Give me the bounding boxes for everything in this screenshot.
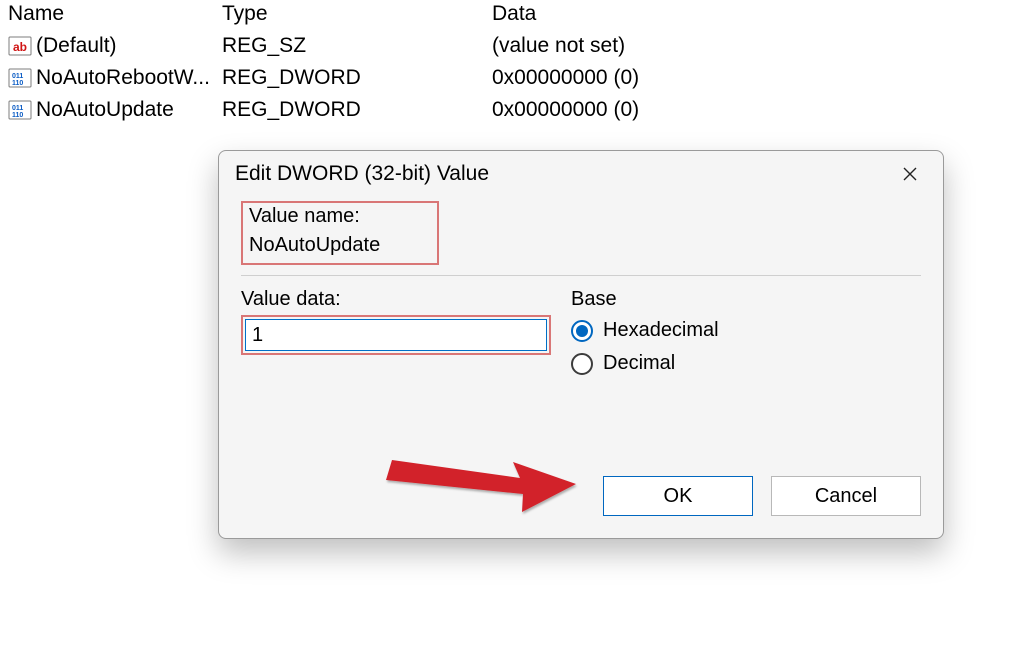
svg-text:110: 110 [12, 112, 23, 119]
row-name: NoAutoUpdate [36, 98, 174, 122]
svg-text:110: 110 [12, 80, 23, 87]
svg-text:ab: ab [13, 40, 27, 54]
edit-dword-dialog: Edit DWORD (32-bit) Value Value name: No… [218, 150, 944, 539]
radio-decimal[interactable]: Decimal [571, 352, 921, 375]
col-header-type[interactable]: Type [222, 2, 492, 26]
reg-dword-icon: 011110 [8, 66, 32, 90]
value-data-highlight [241, 315, 551, 355]
radio-hexadecimal[interactable]: Hexadecimal [571, 319, 921, 342]
svg-text:011: 011 [12, 73, 23, 80]
cancel-button[interactable]: Cancel [771, 476, 921, 516]
radio-selected-icon [571, 320, 593, 342]
value-data-label: Value data: [241, 288, 571, 311]
dialog-buttons: OK Cancel [603, 476, 921, 516]
col-header-data[interactable]: Data [492, 2, 1024, 26]
radio-dec-label: Decimal [603, 352, 675, 375]
row-type: REG_SZ [222, 34, 492, 58]
row-type: REG_DWORD [222, 66, 492, 90]
close-button[interactable] [893, 157, 927, 191]
row-name: NoAutoRebootW... [36, 66, 210, 90]
svg-text:011: 011 [12, 105, 23, 112]
radio-unselected-icon [571, 353, 593, 375]
dialog-titlebar: Edit DWORD (32-bit) Value [219, 151, 943, 197]
base-label: Base [571, 288, 921, 311]
row-data: 0x00000000 (0) [492, 98, 1024, 122]
value-data-input[interactable] [245, 319, 547, 351]
reg-dword-icon: 011110 [8, 98, 32, 122]
value-name-label: Value name: [249, 205, 431, 228]
col-header-name[interactable]: Name [0, 2, 222, 26]
registry-row[interactable]: 011110 NoAutoUpdate REG_DWORD 0x00000000… [0, 94, 1024, 126]
row-name: (Default) [36, 34, 117, 58]
close-icon [903, 167, 917, 181]
registry-header-row: Name Type Data [0, 0, 1024, 30]
row-type: REG_DWORD [222, 98, 492, 122]
dialog-title: Edit DWORD (32-bit) Value [235, 162, 893, 186]
ok-button[interactable]: OK [603, 476, 753, 516]
registry-row[interactable]: ab (Default) REG_SZ (value not set) [0, 30, 1024, 62]
value-name-text: NoAutoUpdate [249, 234, 431, 257]
row-data: (value not set) [492, 34, 1024, 58]
registry-row[interactable]: 011110 NoAutoRebootW... REG_DWORD 0x0000… [0, 62, 1024, 94]
radio-hex-label: Hexadecimal [603, 319, 719, 342]
row-data: 0x00000000 (0) [492, 66, 1024, 90]
reg-sz-icon: ab [8, 34, 32, 58]
divider [241, 275, 921, 276]
registry-list: Name Type Data ab (Default) REG_SZ (valu… [0, 0, 1024, 126]
value-name-group: Value name: NoAutoUpdate [241, 201, 439, 265]
